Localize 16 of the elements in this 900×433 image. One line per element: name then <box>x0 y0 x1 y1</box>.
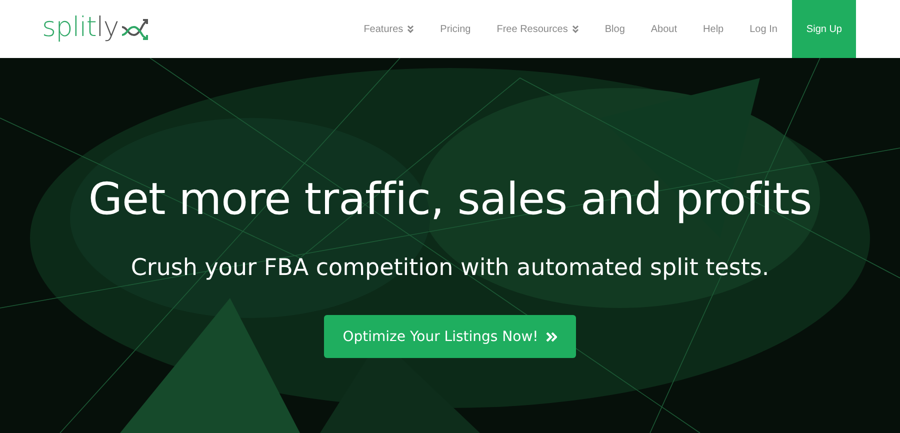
nav-link[interactable]: About <box>638 0 690 58</box>
nav-link[interactable]: Blog <box>592 0 638 58</box>
logo-arrows-icon <box>120 17 151 41</box>
nav-link[interactable]: Log In <box>736 0 790 58</box>
chevron-down-icon <box>407 25 414 33</box>
nav-link[interactable]: Pricing <box>427 0 484 58</box>
nav-link[interactable]: Free Resources <box>484 0 592 58</box>
nav-link[interactable]: Help <box>690 0 737 58</box>
hero-subheading: Crush your FBA competition with automated split tests. <box>130 255 770 281</box>
chevron-down-icon <box>572 25 579 33</box>
nav-link[interactable]: Features <box>350 0 428 58</box>
hero-heading: Get more traffic, sales and profits <box>88 174 812 225</box>
optimize-listings-button[interactable]: Optimize Your Listings Now! <box>324 315 576 358</box>
sign-up-button[interactable]: Sign Up <box>792 0 856 58</box>
logo-wordmark[interactable]: splitly <box>42 12 119 46</box>
chevron-right-icon <box>546 332 558 342</box>
